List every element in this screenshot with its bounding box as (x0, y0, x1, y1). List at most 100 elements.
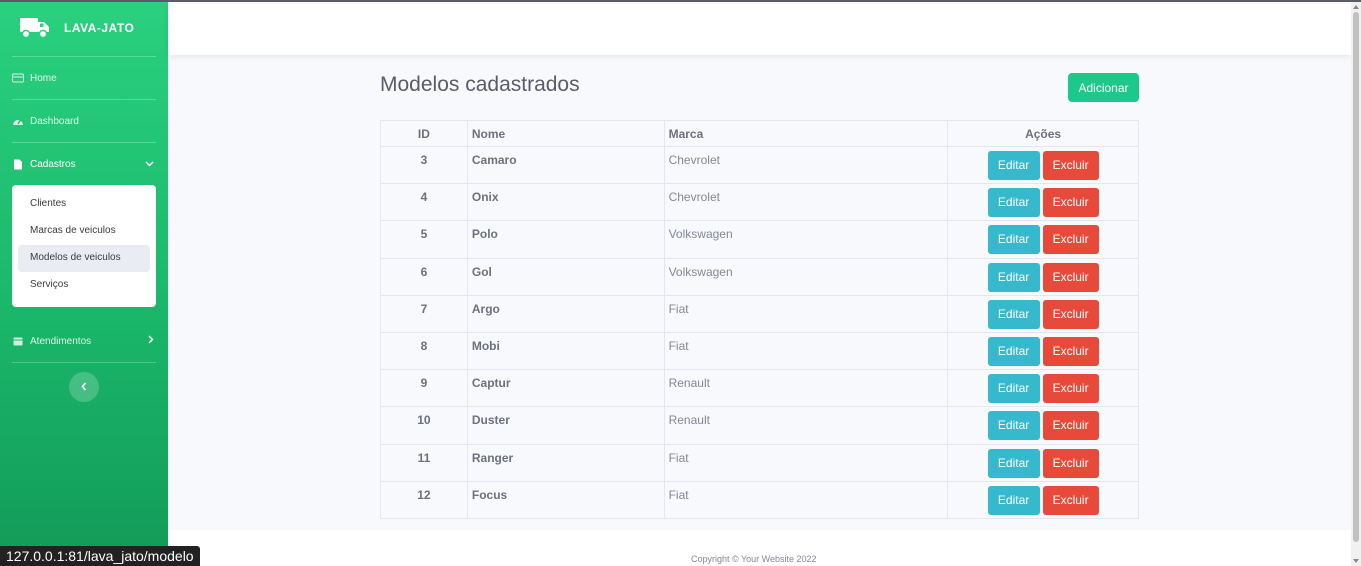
edit-button[interactable]: Editar (987, 299, 1040, 329)
truck-icon (20, 15, 52, 41)
delete-button[interactable]: Excluir (1042, 485, 1099, 515)
cell-marca: Renault (663, 406, 949, 445)
cell-acoes: Editar Excluir (947, 480, 1139, 519)
cell-marca: Fiat (663, 443, 949, 482)
table-row: 5 Polo Volkswagen Editar Excluir (380, 220, 1139, 259)
submenu-item-clientes[interactable]: Clientes (18, 191, 150, 218)
file-icon (12, 159, 24, 169)
delete-button[interactable]: Excluir (1042, 374, 1099, 404)
cell-acoes: Editar Excluir (947, 145, 1139, 185)
cell-nome: Focus (466, 480, 665, 519)
delete-button[interactable]: Excluir (1042, 411, 1099, 441)
cell-nome: Argo (466, 294, 665, 333)
page-title: Modelos cadastrados (380, 73, 580, 96)
scrollbar-thumb[interactable] (1353, 12, 1359, 542)
cell-nome: Onix (466, 183, 665, 222)
edit-button[interactable]: Editar (987, 374, 1040, 404)
cell-acoes: Editar Excluir (947, 257, 1139, 296)
cell-marca: Fiat (663, 331, 949, 371)
copyright-text: Copyright © Your Website 2022 (691, 554, 817, 564)
submenu-item-servicos[interactable]: Serviços (18, 272, 150, 299)
cell-marca: Fiat (663, 480, 949, 519)
sidebar: LAVA-JATO Home Dashboard Cadastros Clien… (0, 0, 168, 566)
page-scrollbar[interactable] (1351, 2, 1361, 566)
cell-marca: Volkswagen (663, 220, 949, 259)
cell-id: 11 (380, 443, 468, 482)
cell-marca: Renault (663, 369, 949, 408)
edit-button[interactable]: Editar (987, 188, 1040, 218)
edit-button[interactable]: Editar (987, 151, 1040, 180)
cell-acoes: Editar Excluir (947, 220, 1139, 259)
column-header-marca[interactable]: Marca (663, 120, 949, 147)
sidebar-item-dashboard[interactable]: Dashboard (0, 100, 168, 142)
cell-nome: Camaro (466, 145, 665, 185)
cell-id: 8 (380, 331, 468, 371)
table-row: 10 Duster Renault Editar Excluir (380, 406, 1139, 445)
cell-nome: Ranger (466, 443, 665, 482)
column-header-acoes: Ações (947, 120, 1139, 147)
sidebar-item-home[interactable]: Home (0, 57, 168, 99)
cell-id: 4 (380, 183, 468, 222)
sidebar-divider (12, 362, 156, 363)
sidebar-toggle-button[interactable] (69, 372, 99, 402)
edit-button[interactable]: Editar (987, 262, 1040, 292)
table-row: 12 Focus Fiat Editar Excluir (380, 480, 1139, 519)
table-row: 9 Captur Renault Editar Excluir (380, 369, 1139, 408)
chevron-left-icon (81, 380, 87, 394)
edit-button[interactable]: Editar (987, 485, 1040, 515)
table-row: 11 Ranger Fiat Editar Excluir (380, 443, 1139, 482)
delete-button[interactable]: Excluir (1042, 262, 1099, 292)
edit-button[interactable]: Editar (987, 225, 1040, 255)
delete-button[interactable]: Excluir (1042, 151, 1099, 180)
delete-button[interactable]: Excluir (1042, 225, 1099, 255)
cell-nome: Captur (466, 369, 665, 408)
table-row: 6 Gol Volkswagen Editar Excluir (380, 257, 1139, 296)
edit-button[interactable]: Editar (987, 411, 1040, 441)
models-table: ID Nome Marca Ações 3 Camaro Chevrolet Edit… (380, 120, 1139, 519)
cell-id: 9 (380, 369, 468, 408)
window-top-border (0, 0, 1361, 2)
sidebar-item-cadastros[interactable]: Cadastros (0, 143, 168, 185)
submenu-item-modelos[interactable]: Modelos de veiculos (18, 245, 150, 272)
cell-nome: Duster (466, 406, 665, 445)
delete-button[interactable]: Excluir (1042, 188, 1099, 218)
cell-acoes: Editar Excluir (947, 331, 1139, 371)
cell-nome: Gol (466, 257, 665, 296)
cadastros-submenu: Clientes Marcas de veiculos Modelos de v… (12, 185, 156, 307)
calendar-icon (12, 336, 24, 346)
submenu-item-marcas[interactable]: Marcas de veiculos (18, 218, 150, 245)
add-button[interactable]: Adicionar (1068, 73, 1139, 102)
chevron-down-icon (145, 158, 154, 170)
cell-acoes: Editar Excluir (947, 369, 1139, 408)
sidebar-item-label: Atendimentos (30, 335, 92, 347)
column-header-id[interactable]: ID (380, 120, 468, 147)
edit-button[interactable]: Editar (987, 448, 1040, 478)
tachometer-icon (12, 116, 24, 126)
brand-name: LAVA-JATO (64, 21, 135, 35)
column-header-nome[interactable]: Nome (466, 120, 665, 147)
scroll-up-arrow-icon[interactable] (1353, 5, 1359, 9)
cell-marca: Fiat (663, 294, 949, 333)
topbar (168, 2, 1351, 55)
delete-button[interactable]: Excluir (1042, 448, 1099, 478)
cell-acoes: Editar Excluir (947, 443, 1139, 482)
cell-id: 12 (380, 480, 468, 519)
cell-id: 5 (380, 220, 468, 259)
sidebar-item-label: Home (30, 72, 57, 84)
cell-nome: Polo (466, 220, 665, 259)
table-row: 7 Argo Fiat Editar Excluir (380, 294, 1139, 333)
sidebar-item-atendimentos[interactable]: Atendimentos (0, 320, 168, 362)
cell-marca: Chevrolet (663, 183, 949, 222)
table-header-row: ID Nome Marca Ações (380, 120, 1139, 147)
edit-button[interactable]: Editar (987, 336, 1040, 366)
table-row: 3 Camaro Chevrolet Editar Excluir (380, 145, 1139, 185)
sidebar-item-label: Cadastros (30, 158, 76, 170)
table-row: 4 Onix Chevrolet Editar Excluir (380, 183, 1139, 222)
sidebar-brand[interactable]: LAVA-JATO (0, 0, 168, 56)
scroll-down-arrow-icon[interactable] (1353, 559, 1359, 563)
delete-button[interactable]: Excluir (1042, 299, 1099, 329)
home-icon (12, 73, 24, 83)
table-row: 8 Mobi Fiat Editar Excluir (380, 331, 1139, 371)
delete-button[interactable]: Excluir (1042, 336, 1099, 366)
